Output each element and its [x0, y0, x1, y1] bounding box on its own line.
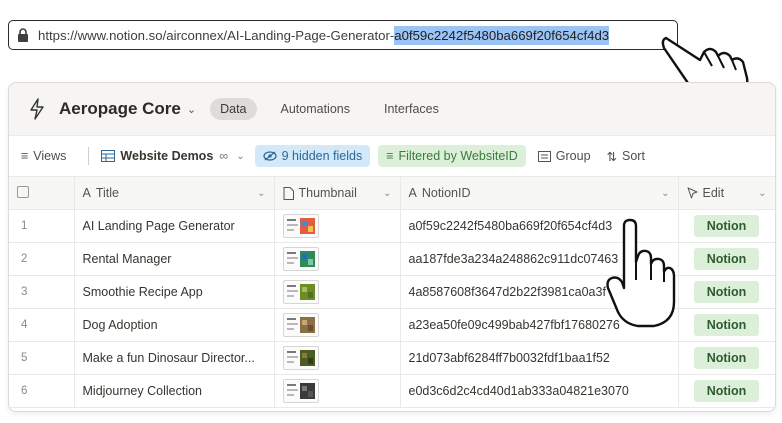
- divider: [88, 147, 90, 165]
- filter-button[interactable]: ≡ Filtered by WebsiteID: [378, 145, 526, 167]
- row-title[interactable]: Midjourney Collection: [74, 374, 275, 408]
- view-toolbar: ≡ Views Website Demos ∞ ⌄ 9 hidden field…: [9, 136, 775, 177]
- file-icon: [283, 186, 294, 200]
- text-icon: A: [408, 186, 417, 200]
- row-thumbnail[interactable]: [274, 341, 401, 375]
- lock-icon: [17, 28, 29, 42]
- sort-button[interactable]: ⇅ Sort: [607, 149, 645, 164]
- row-edit: Notion: [678, 341, 775, 375]
- hidden-fields-button[interactable]: 9 hidden fields: [254, 145, 371, 167]
- row-number: 4: [9, 308, 75, 342]
- row-edit: Notion: [678, 308, 775, 342]
- row-notionid[interactable]: e0d3c6d2c4cd40d1ab333a04821e3070: [400, 374, 679, 408]
- hamburger-icon: ≡: [21, 149, 29, 163]
- notion-button[interactable]: Notion: [693, 248, 760, 270]
- column-header-notionid[interactable]: A NotionID ⌄: [400, 177, 679, 210]
- notion-button[interactable]: Notion: [693, 215, 760, 237]
- row-title[interactable]: Rental Manager: [74, 242, 275, 276]
- row-number: 3: [9, 275, 75, 309]
- row-thumbnail[interactable]: [274, 308, 401, 342]
- row-title[interactable]: Make a fun Dinosaur Director...: [74, 341, 275, 375]
- row-edit: Notion: [678, 209, 775, 243]
- notion-button[interactable]: Notion: [693, 380, 760, 402]
- row-edit: Notion: [678, 374, 775, 408]
- row-number: 5: [9, 341, 75, 375]
- row-title[interactable]: Smoothie Recipe App: [74, 275, 275, 309]
- filter-icon: ≡: [386, 149, 394, 163]
- row-notionid[interactable]: 21d073abf6284ff7b0032fdf1baa1f52: [400, 341, 679, 375]
- thumbnail-image: [282, 313, 319, 337]
- lightning-icon: [27, 98, 47, 120]
- checkbox[interactable]: [17, 185, 29, 198]
- group-button[interactable]: Group: [537, 149, 591, 163]
- chevron-down-icon[interactable]: ⌄: [661, 188, 669, 199]
- url-text: https://www.notion.so/airconnex/AI-Landi…: [38, 27, 395, 43]
- row-thumbnail[interactable]: [274, 209, 401, 243]
- column-header-title[interactable]: A Title ⌄: [74, 177, 275, 210]
- group-icon: [537, 150, 551, 162]
- thumbnail-image: [282, 247, 319, 271]
- app-name[interactable]: Aeropage Core: [59, 99, 181, 119]
- notion-button[interactable]: Notion: [693, 347, 760, 369]
- row-thumbnail[interactable]: [274, 374, 401, 408]
- row-title[interactable]: AI Landing Page Generator: [74, 209, 275, 243]
- thumbnail-image: [282, 346, 319, 370]
- views-button[interactable]: ≡ Views: [21, 149, 66, 163]
- address-bar[interactable]: https://www.notion.so/airconnex/AI-Landi…: [8, 20, 678, 50]
- chevron-down-icon[interactable]: ⌄: [257, 188, 265, 199]
- eye-off-icon: [262, 151, 277, 161]
- chevron-down-icon: ⌄: [236, 150, 245, 162]
- thumbnail-image: [282, 214, 319, 238]
- url-selected-text: a0f59c2242f5480ba669f20f654cf4d3: [394, 25, 610, 45]
- chevron-down-icon[interactable]: ⌄: [383, 188, 391, 199]
- chevron-down-icon[interactable]: ⌄: [187, 103, 196, 116]
- select-all-header[interactable]: [9, 177, 75, 210]
- text-icon: A: [82, 186, 91, 200]
- row-number: 2: [9, 242, 75, 276]
- pointing-hand-icon: [606, 218, 676, 328]
- tab-automations[interactable]: Automations: [271, 98, 360, 120]
- row-edit: Notion: [678, 275, 775, 309]
- people-icon: ∞: [219, 149, 229, 163]
- app-header: Aeropage Core ⌄ Data Automations Interfa…: [9, 83, 775, 136]
- row-thumbnail[interactable]: [274, 242, 401, 276]
- sort-icon: ⇅: [606, 149, 618, 164]
- thumbnail-image: [282, 280, 319, 304]
- row-number: 6: [9, 374, 75, 408]
- view-selector[interactable]: Website Demos ∞ ⌄: [101, 149, 245, 163]
- notion-button[interactable]: Notion: [693, 314, 760, 336]
- row-title[interactable]: Dog Adoption: [74, 308, 275, 342]
- tab-data[interactable]: Data: [210, 98, 257, 120]
- row-thumbnail[interactable]: [274, 275, 401, 309]
- table-icon: [101, 150, 116, 162]
- chevron-down-icon[interactable]: ⌄: [758, 188, 766, 199]
- notion-button[interactable]: Notion: [693, 281, 760, 303]
- table-header-row: A Title ⌄ Thumbnail ⌄ A NotionID ⌄ Edit ⌄: [9, 177, 775, 210]
- table-row[interactable]: 5 Make a fun Dinosaur Director... 21d073ab…: [9, 341, 775, 375]
- row-edit: Notion: [678, 242, 775, 276]
- thumbnail-image: [282, 379, 319, 403]
- row-number: 1: [9, 209, 75, 243]
- column-header-edit[interactable]: Edit ⌄: [678, 177, 775, 210]
- tab-interfaces[interactable]: Interfaces: [374, 98, 449, 120]
- table-row[interactable]: 6 Midjourney Collection e0d3c6d2c4cd40d1ab…: [9, 374, 775, 408]
- column-header-thumbnail[interactable]: Thumbnail ⌄: [274, 177, 401, 210]
- cursor-icon: [687, 187, 698, 199]
